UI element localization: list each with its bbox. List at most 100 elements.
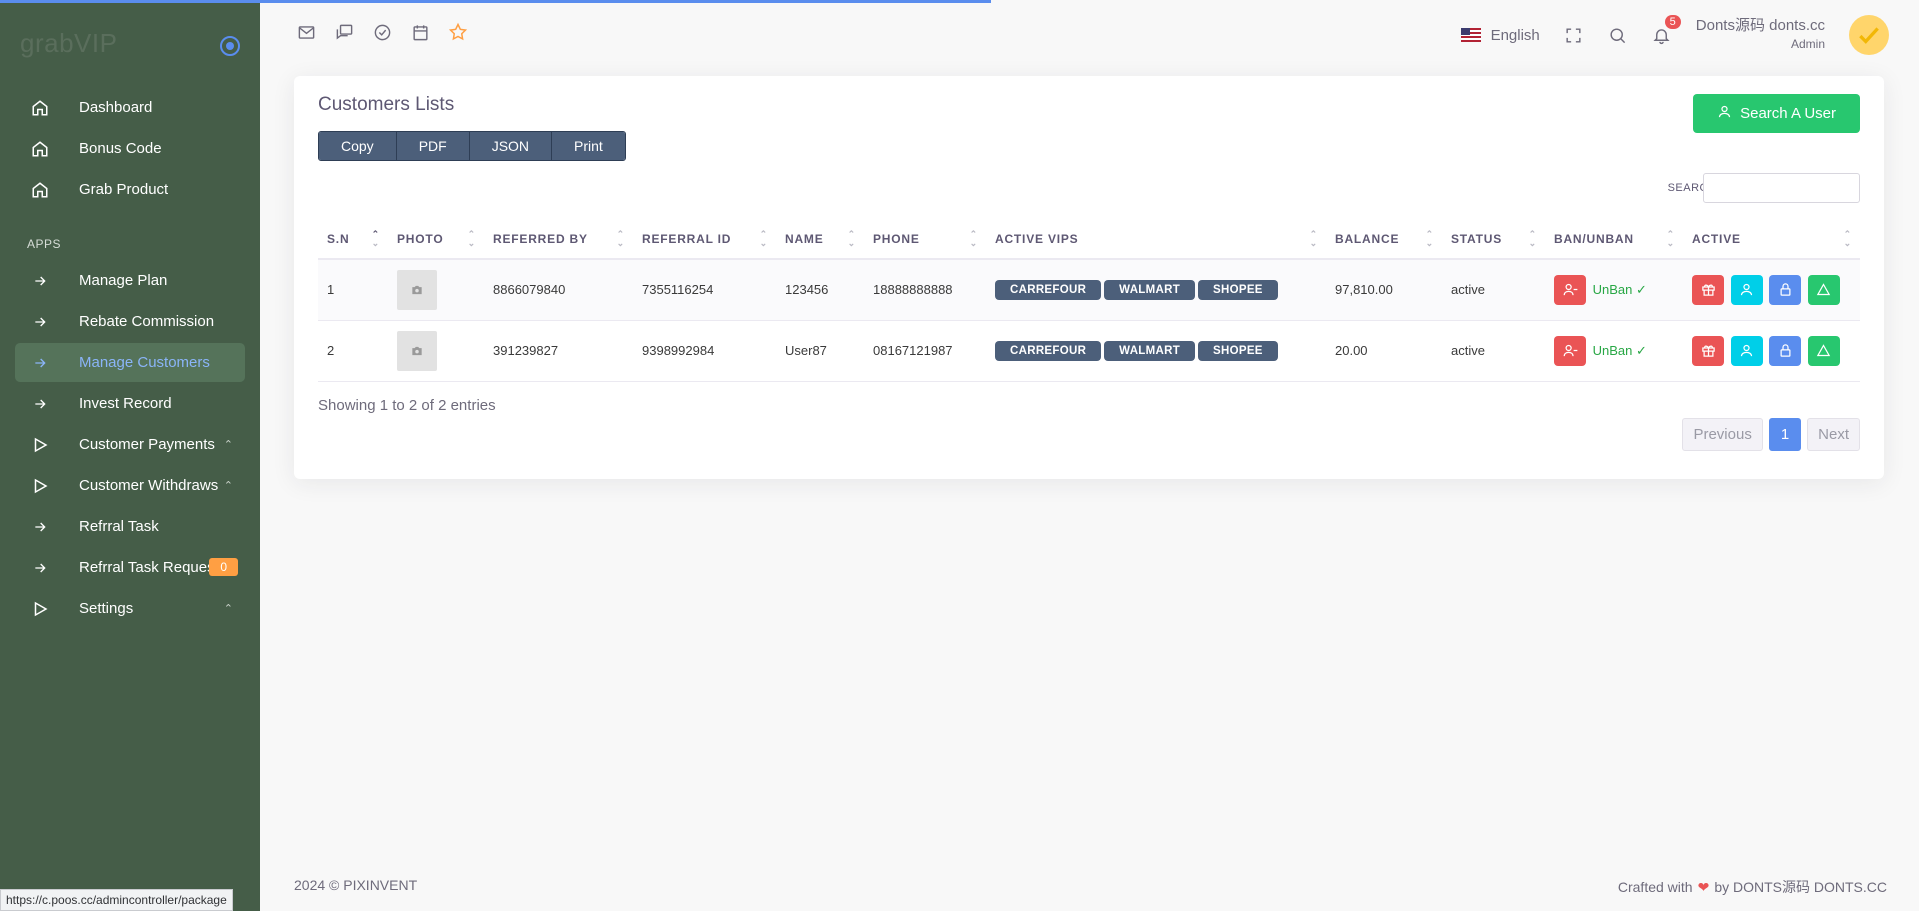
col-header-referral-id[interactable]: REFERRAL ID ⌃ ⌄ bbox=[633, 219, 776, 260]
gift-button[interactable] bbox=[1692, 274, 1724, 305]
user-role: Admin bbox=[1790, 37, 1825, 51]
next-page-button[interactable]: Next bbox=[1807, 418, 1860, 451]
home-icon bbox=[29, 181, 51, 199]
sidebar-collapse-toggle-icon[interactable] bbox=[220, 36, 240, 56]
export-button-group: Copy PDF JSON Print bbox=[318, 131, 626, 161]
arrow-right-icon bbox=[29, 396, 51, 412]
sidebar-item-invest-record[interactable]: Invest Record bbox=[15, 384, 245, 423]
sidebar-item-manage-plan[interactable]: Manage Plan bbox=[15, 261, 245, 300]
col-header-status[interactable]: STATUS ⌃ ⌄ bbox=[1442, 219, 1545, 260]
cell-sn: 1 bbox=[318, 259, 388, 321]
sort-icon: ⌃ ⌄ bbox=[616, 229, 625, 248]
star-icon[interactable] bbox=[448, 22, 468, 42]
col-header-active-vips[interactable]: ACTIVE VIPS ⌃ ⌄ bbox=[986, 219, 1326, 260]
mail-icon[interactable] bbox=[296, 22, 316, 42]
json-button[interactable]: JSON bbox=[469, 132, 553, 160]
vip-badge: CARREFOUR bbox=[995, 340, 1102, 361]
col-header-name[interactable]: NAME ⌃ ⌄ bbox=[776, 219, 864, 260]
chat-icon[interactable] bbox=[334, 22, 354, 42]
check-icon: ✓ bbox=[1636, 342, 1647, 358]
previous-page-button[interactable]: Previous bbox=[1682, 418, 1763, 451]
col-header-photo[interactable]: PHOTO ⌃ ⌄ bbox=[388, 219, 484, 260]
col-header-phone[interactable]: PHONE ⌃ ⌄ bbox=[864, 219, 986, 260]
sidebar-item-rebate-commission[interactable]: Rebate Commission bbox=[15, 302, 245, 341]
unban-label: UnBan bbox=[1592, 281, 1633, 297]
cell-name: User87 bbox=[776, 320, 864, 382]
sidebar-item-refrral-task-request[interactable]: Refrral Task Request 0 bbox=[15, 548, 245, 587]
language-label: English bbox=[1490, 26, 1540, 44]
unban-label: UnBan bbox=[1592, 342, 1633, 358]
cell-active-vips: CARREFOUR WALMART SHOPEE bbox=[986, 320, 1326, 382]
pagination: Previous 1 Next bbox=[1682, 418, 1860, 451]
sort-icon: ⌃ ⌄ bbox=[1309, 229, 1318, 248]
unban-link[interactable]: UnBan ✓ bbox=[1593, 343, 1647, 358]
sidebar-item-dashboard[interactable]: Dashboard bbox=[15, 88, 245, 127]
camera-icon[interactable] bbox=[397, 330, 437, 371]
triangle-button[interactable] bbox=[1807, 335, 1840, 366]
search-a-user-button[interactable]: Search A User bbox=[1693, 94, 1860, 133]
cell-status: active bbox=[1442, 320, 1545, 382]
table-search-input[interactable] bbox=[1703, 173, 1860, 203]
cell-referral-id: 9398992984 bbox=[633, 320, 776, 382]
search-icon[interactable] bbox=[1608, 25, 1628, 45]
col-header-referred-by[interactable]: REFERRED BY ⌃ ⌄ bbox=[484, 219, 633, 260]
search-a-user-label: Search A User bbox=[1740, 105, 1836, 122]
calendar-icon[interactable] bbox=[410, 22, 430, 42]
cell-referral-id: 7355116254 bbox=[633, 259, 776, 321]
user-menu[interactable]: Donts源码 donts.cc Admin bbox=[1696, 17, 1825, 53]
sidebar-item-label: Settings bbox=[79, 600, 134, 617]
sidebar-item-manage-customers[interactable]: Manage Customers bbox=[15, 343, 245, 382]
heart-icon: ❤ bbox=[1697, 879, 1710, 895]
sort-icon: ⌃ ⌄ bbox=[1425, 229, 1434, 248]
language-dropdown[interactable]: English bbox=[1460, 26, 1540, 44]
bell-icon[interactable]: 5 bbox=[1652, 15, 1681, 45]
table-info: Showing 1 to 2 of 2 entries bbox=[318, 397, 496, 414]
triangle-button[interactable] bbox=[1807, 274, 1840, 305]
col-header-active[interactable]: ACTIVE ⌃ ⌄ bbox=[1683, 219, 1860, 260]
sidebar-item-label: Refrral Task bbox=[79, 518, 159, 535]
pdf-button[interactable]: PDF bbox=[396, 132, 470, 160]
cell-photo bbox=[388, 259, 484, 321]
brand-name[interactable]: grabVIP bbox=[20, 28, 117, 86]
avatar[interactable] bbox=[1849, 15, 1889, 55]
ban-user-button[interactable] bbox=[1554, 274, 1586, 305]
sidebar-item-settings[interactable]: Settings ⌃ bbox=[15, 589, 245, 628]
user-profile-button[interactable] bbox=[1730, 335, 1763, 366]
unban-link[interactable]: UnBan ✓ bbox=[1593, 282, 1647, 297]
sidebar: grabVIP Dashboard Bonus Code Grab Produc… bbox=[0, 0, 260, 911]
sidebar-item-grab-product[interactable]: Grab Product bbox=[15, 170, 245, 209]
check-circle-icon[interactable] bbox=[372, 22, 392, 42]
col-header-sn[interactable]: S.N ⌃ ⌄ bbox=[318, 219, 388, 260]
lock-button[interactable] bbox=[1769, 335, 1802, 366]
sidebar-item-label: Invest Record bbox=[79, 395, 172, 412]
vip-badge: SHOPEE bbox=[1198, 340, 1278, 361]
arrow-right-icon bbox=[29, 273, 51, 289]
print-button[interactable]: Print bbox=[552, 132, 625, 160]
sidebar-item-label: Dashboard bbox=[79, 99, 153, 116]
col-header-ban-unban[interactable]: BAN/UNBAN ⌃ ⌄ bbox=[1545, 219, 1683, 260]
sidebar-item-label: Customer Payments bbox=[79, 436, 215, 453]
cell-ban-unban: UnBan ✓ bbox=[1545, 259, 1683, 321]
gift-button[interactable] bbox=[1692, 335, 1724, 366]
sidebar-item-customer-withdraws[interactable]: Customer Withdraws ⌃ bbox=[15, 466, 245, 505]
navbar-right: English 5 Donts源码 donts.cc Admin bbox=[1460, 15, 1889, 55]
us-flag-icon bbox=[1460, 28, 1481, 42]
camera-icon[interactable] bbox=[397, 269, 437, 310]
cell-photo bbox=[388, 320, 484, 382]
sidebar-item-label: Manage Customers bbox=[79, 354, 210, 371]
sort-icon: ⌃ ⌄ bbox=[1843, 229, 1852, 248]
browser-status-url: https://c.poos.cc/admincontroller/packag… bbox=[0, 889, 233, 911]
top-navbar: English 5 Donts源码 donts.cc Admin bbox=[260, 0, 1919, 70]
page-button-current[interactable]: 1 bbox=[1768, 418, 1802, 451]
sidebar-item-bonus-code[interactable]: Bonus Code bbox=[15, 129, 245, 168]
cell-balance: 20.00 bbox=[1326, 320, 1442, 382]
sidebar-item-customer-payments[interactable]: Customer Payments ⌃ bbox=[15, 425, 245, 464]
col-header-balance[interactable]: BALANCE ⌃ ⌄ bbox=[1326, 219, 1442, 260]
sidebar-item-refrral-task[interactable]: Refrral Task bbox=[15, 507, 245, 546]
user-profile-button[interactable] bbox=[1730, 274, 1763, 305]
fullscreen-icon[interactable] bbox=[1564, 25, 1584, 45]
lock-button[interactable] bbox=[1769, 274, 1802, 305]
page-title: Customers Lists bbox=[318, 94, 455, 115]
copy-button[interactable]: Copy bbox=[319, 132, 397, 160]
ban-user-button[interactable] bbox=[1554, 335, 1586, 366]
